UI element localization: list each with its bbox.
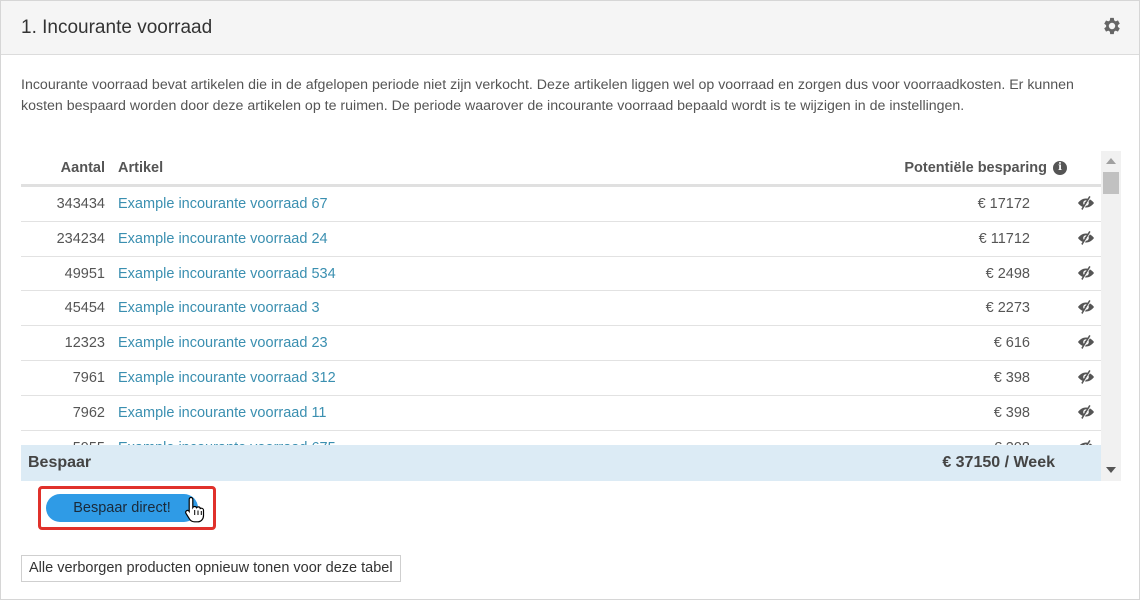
column-header-besparing[interactable]: Potentiële besparing i [904,160,1067,176]
panel-title: 1. Incourante voorraad [21,17,213,38]
cell-besparing: € 616 [993,335,1030,352]
scroll-thumb[interactable] [1103,172,1119,194]
bespaar-direct-button[interactable]: Bespaar direct! [46,494,198,522]
info-icon[interactable]: i [1053,161,1067,175]
cell-aantal: 49951 [64,265,105,282]
table-footer-row: Bespaar € 37150 / Week [21,445,1101,481]
show-hidden-products-button[interactable]: Alle verborgen producten opnieuw tonen v… [21,555,401,582]
footer-label: Bespaar [28,454,92,471]
cell-besparing: € 398 [993,369,1030,386]
eye-slash-icon[interactable] [1077,369,1095,385]
table-row: 12323 Example incourante voorraad 23 € 616 [21,326,1101,361]
cell-aantal: 7962 [72,404,105,421]
cell-aantal: 12323 [64,335,105,352]
hand-cursor-icon [185,496,205,523]
cell-artikel-link[interactable]: Example incourante voorraad 534 [118,266,336,282]
table-row: 7962 Example incourante voorraad 11 € 398 [21,396,1101,431]
column-header-aantal[interactable]: Aantal [21,160,105,176]
cell-aantal: 343434 [56,196,105,212]
table-row: 5955Example incourante voorraad 675€ 298 [21,431,1101,445]
cell-artikel-link[interactable]: Example incourante voorraad 24 [118,231,328,247]
table-header: Aantal Artikel Potentiële besparing i [21,151,1101,187]
panel-header: 1. Incourante voorraad [1,1,1139,55]
eye-slash-icon[interactable] [1077,230,1095,246]
cell-artikel-link[interactable]: Example incourante voorraad 23 [118,335,328,351]
cell-artikel-link[interactable]: Example incourante voorraad 312 [118,370,336,386]
eye-slash-icon[interactable] [1077,195,1095,211]
cell-artikel-link[interactable]: Example incourante voorraad 67 [118,196,328,212]
scroll-down-arrow-icon[interactable] [1106,467,1116,473]
table-row: 45454 Example incourante voorraad 3 € 2273 [21,291,1101,327]
cell-besparing: € 398 [993,404,1030,421]
incourante-voorraad-panel: 1. Incourante voorraad Incourante voorra… [0,0,1140,600]
cell-besparing: € 11712 [978,230,1030,247]
cell-artikel-link[interactable]: Example incourante voorraad 11 [118,405,327,421]
gear-icon[interactable] [1101,15,1123,37]
intro-text: Incourante voorraad bevat artikelen die … [21,77,1074,114]
cell-aantal: 7961 [72,369,105,386]
cell-aantal: 234234 [56,230,105,247]
scroll-up-arrow-icon[interactable] [1106,158,1116,164]
cell-besparing: € 17172 [977,196,1030,212]
cell-aantal: 45454 [64,300,105,317]
column-header-artikel[interactable]: Artikel [118,160,163,176]
column-header-besparing-label: Potentiële besparing [904,160,1047,176]
incourante-table: Aantal Artikel Potentiële besparing i 34… [21,151,1121,481]
eye-slash-icon[interactable] [1077,265,1095,281]
table-row: 49951 Example incourante voorraad 534 € 24… [21,257,1101,292]
table-scrollbar[interactable] [1101,151,1121,481]
table-row: 343434 Example incourante voorraad 67 € 17… [21,187,1101,222]
eye-slash-icon[interactable] [1077,404,1095,420]
eye-slash-icon[interactable] [1077,299,1095,315]
table-row: 234234 Example incourante voorraad 24 € 11… [21,222,1101,257]
cell-besparing: € 2273 [985,300,1030,317]
cell-artikel-link[interactable]: Example incourante voorraad 3 [118,300,320,316]
footer-total: € 37150 / Week [942,454,1055,471]
cell-besparing: € 2498 [985,265,1030,282]
eye-slash-icon[interactable] [1077,334,1095,350]
table-row: 7961 Example incourante voorraad 312 € 398 [21,361,1101,396]
table-body: 343434 Example incourante voorraad 67 € 17… [21,187,1101,445]
